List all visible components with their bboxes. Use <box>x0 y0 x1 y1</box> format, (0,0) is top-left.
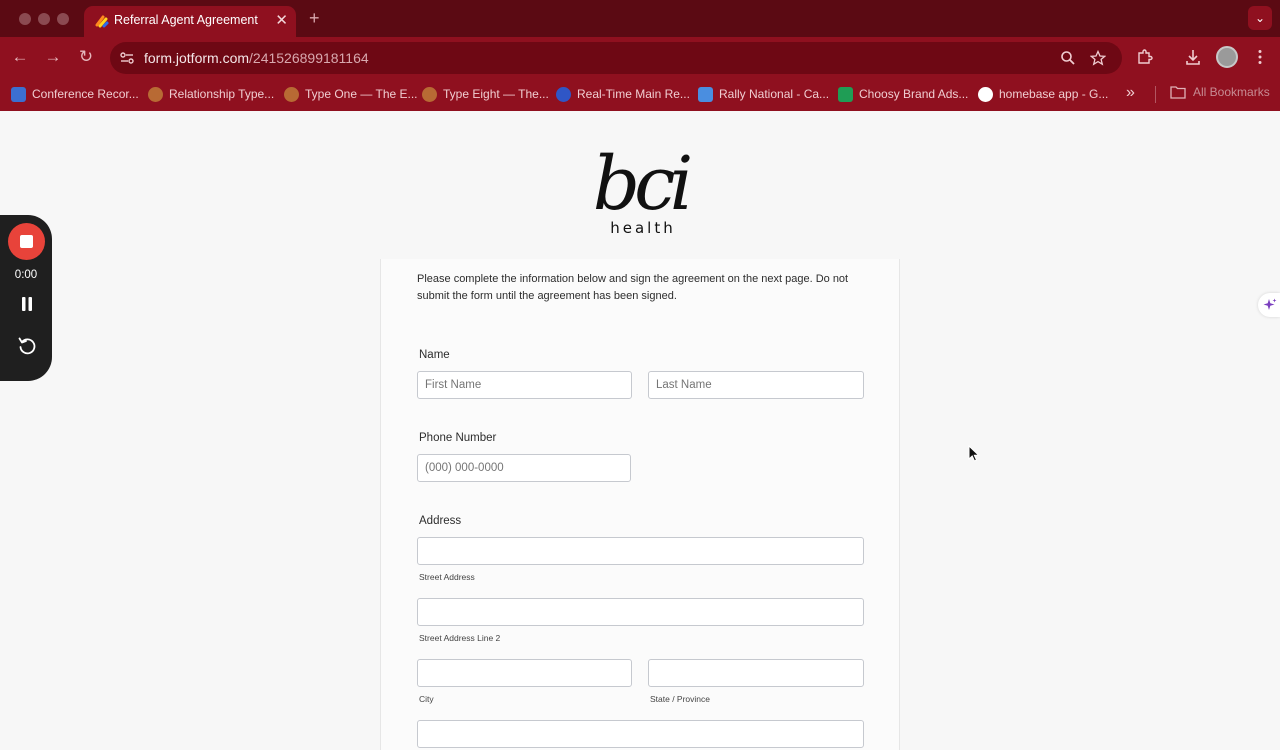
address-label: Address <box>419 515 462 527</box>
bookmark-favicon-icon <box>284 86 299 102</box>
bookmark-label: homebase app - G... <box>999 87 1109 101</box>
window-minimize-dot[interactable] <box>38 13 50 25</box>
stop-recording-button[interactable] <box>8 223 45 260</box>
street-address-line2-sublabel: Street Address Line 2 <box>419 633 501 643</box>
phone-input[interactable] <box>417 454 631 482</box>
google-icon <box>978 86 993 102</box>
tab-search-button[interactable]: ⌄ <box>1248 6 1272 30</box>
recording-timer: 0:00 <box>14 269 38 281</box>
bookmark-label: Rally National - Ca... <box>719 87 830 101</box>
restart-icon[interactable] <box>17 336 37 356</box>
browser-toolbar: ← → ↻ form.jotform.com/241526899181164 <box>0 37 1280 78</box>
logo-word: health <box>610 219 675 237</box>
pause-icon[interactable] <box>21 297 33 311</box>
back-arrow-icon[interactable]: ← <box>8 45 32 69</box>
bookmark-favicon-icon <box>698 86 713 102</box>
mouse-cursor-icon <box>968 445 980 462</box>
bookmarks-divider <box>1155 86 1156 103</box>
more-bookmarks-icon[interactable]: » <box>1126 84 1135 102</box>
tab-title: Referral Agent Agreement <box>114 13 258 27</box>
zoom-icon[interactable] <box>1060 50 1076 66</box>
bookmark-favicon-icon <box>838 86 853 102</box>
bookmarks-bar: Conference Recor... Relationship Type...… <box>0 78 1280 111</box>
postal-code-input[interactable] <box>417 720 864 748</box>
page-content: bci health Please complete the informati… <box>0 111 1280 750</box>
bookmark-favicon-icon <box>11 86 26 102</box>
bookmark-item[interactable]: Choosy Brand Ads... <box>838 85 968 103</box>
state-input[interactable] <box>648 659 864 687</box>
bookmark-item[interactable]: Conference Recor... <box>11 85 139 103</box>
site-settings-icon[interactable] <box>119 50 135 66</box>
bookmark-label: Real-Time Main Re... <box>577 87 690 101</box>
all-bookmarks-button[interactable]: All Bookmarks <box>1170 85 1270 99</box>
ai-assistant-tab[interactable] <box>1258 293 1280 317</box>
sparkle-icon <box>1263 298 1277 310</box>
bci-health-logo: bci health <box>593 141 690 237</box>
active-tab[interactable]: Referral Agent Agreement ✕ <box>84 6 296 37</box>
bookmark-item[interactable]: Real-Time Main Re... <box>556 85 690 103</box>
bookmark-label: Choosy Brand Ads... <box>859 87 969 101</box>
all-bookmarks-label: All Bookmarks <box>1193 85 1270 99</box>
street-address-line2-input[interactable] <box>417 598 864 626</box>
city-input[interactable] <box>417 659 632 687</box>
form-intro: Please complete the information below an… <box>417 273 849 302</box>
url-domain: form.jotform.com <box>144 50 250 66</box>
reload-icon[interactable]: ↻ <box>74 45 98 69</box>
bookmark-label: Relationship Type... <box>169 87 275 101</box>
bookmark-favicon-icon <box>422 86 437 102</box>
bookmark-item[interactable]: Rally National - Ca... <box>698 85 829 103</box>
city-sublabel: City <box>419 694 434 704</box>
bookmark-label: Conference Recor... <box>32 87 139 101</box>
new-tab-button[interactable]: + <box>309 8 320 29</box>
address-bar[interactable]: form.jotform.com/241526899181164 <box>110 42 1122 74</box>
bookmark-label: Type One — The E... <box>305 87 418 101</box>
bookmark-favicon-icon <box>148 86 163 102</box>
extensions-icon[interactable] <box>1136 48 1154 66</box>
folder-icon <box>1170 86 1186 99</box>
form-card: Please complete the information below an… <box>380 259 900 750</box>
bookmark-item[interactable]: Type Eight — The... <box>422 85 549 103</box>
window-zoom-dot[interactable] <box>57 13 69 25</box>
close-tab-icon[interactable]: ✕ <box>275 11 288 29</box>
last-name-input[interactable] <box>648 371 864 399</box>
bookmark-item[interactable]: homebase app - G... <box>978 85 1108 103</box>
screen-recorder-widget: 0:00 <box>0 215 52 381</box>
bookmark-star-icon[interactable] <box>1090 50 1106 66</box>
url-text: form.jotform.com/241526899181164 <box>144 50 369 66</box>
bookmark-item[interactable]: Type One — The E... <box>284 85 418 103</box>
bookmark-item[interactable]: Relationship Type... <box>148 85 274 103</box>
logo-mark: bci <box>593 141 690 227</box>
phone-label: Phone Number <box>419 432 497 444</box>
name-label: Name <box>419 349 450 361</box>
first-name-input[interactable] <box>417 371 632 399</box>
window-close-dot[interactable] <box>19 13 31 25</box>
forward-arrow-icon[interactable]: → <box>41 45 65 69</box>
profile-avatar[interactable] <box>1216 46 1238 68</box>
browser-tab-bar: Referral Agent Agreement ✕ + ⌄ <box>0 0 1280 37</box>
url-path: /241526899181164 <box>249 50 369 66</box>
bookmark-label: Type Eight — The... <box>443 87 549 101</box>
jotform-favicon-icon <box>95 15 109 28</box>
download-icon[interactable] <box>1184 48 1202 66</box>
more-menu-icon[interactable] <box>1251 48 1269 66</box>
street-address-sublabel: Street Address <box>419 572 475 582</box>
street-address-input[interactable] <box>417 537 864 565</box>
bookmark-favicon-icon <box>556 86 571 102</box>
state-sublabel: State / Province <box>650 694 711 704</box>
